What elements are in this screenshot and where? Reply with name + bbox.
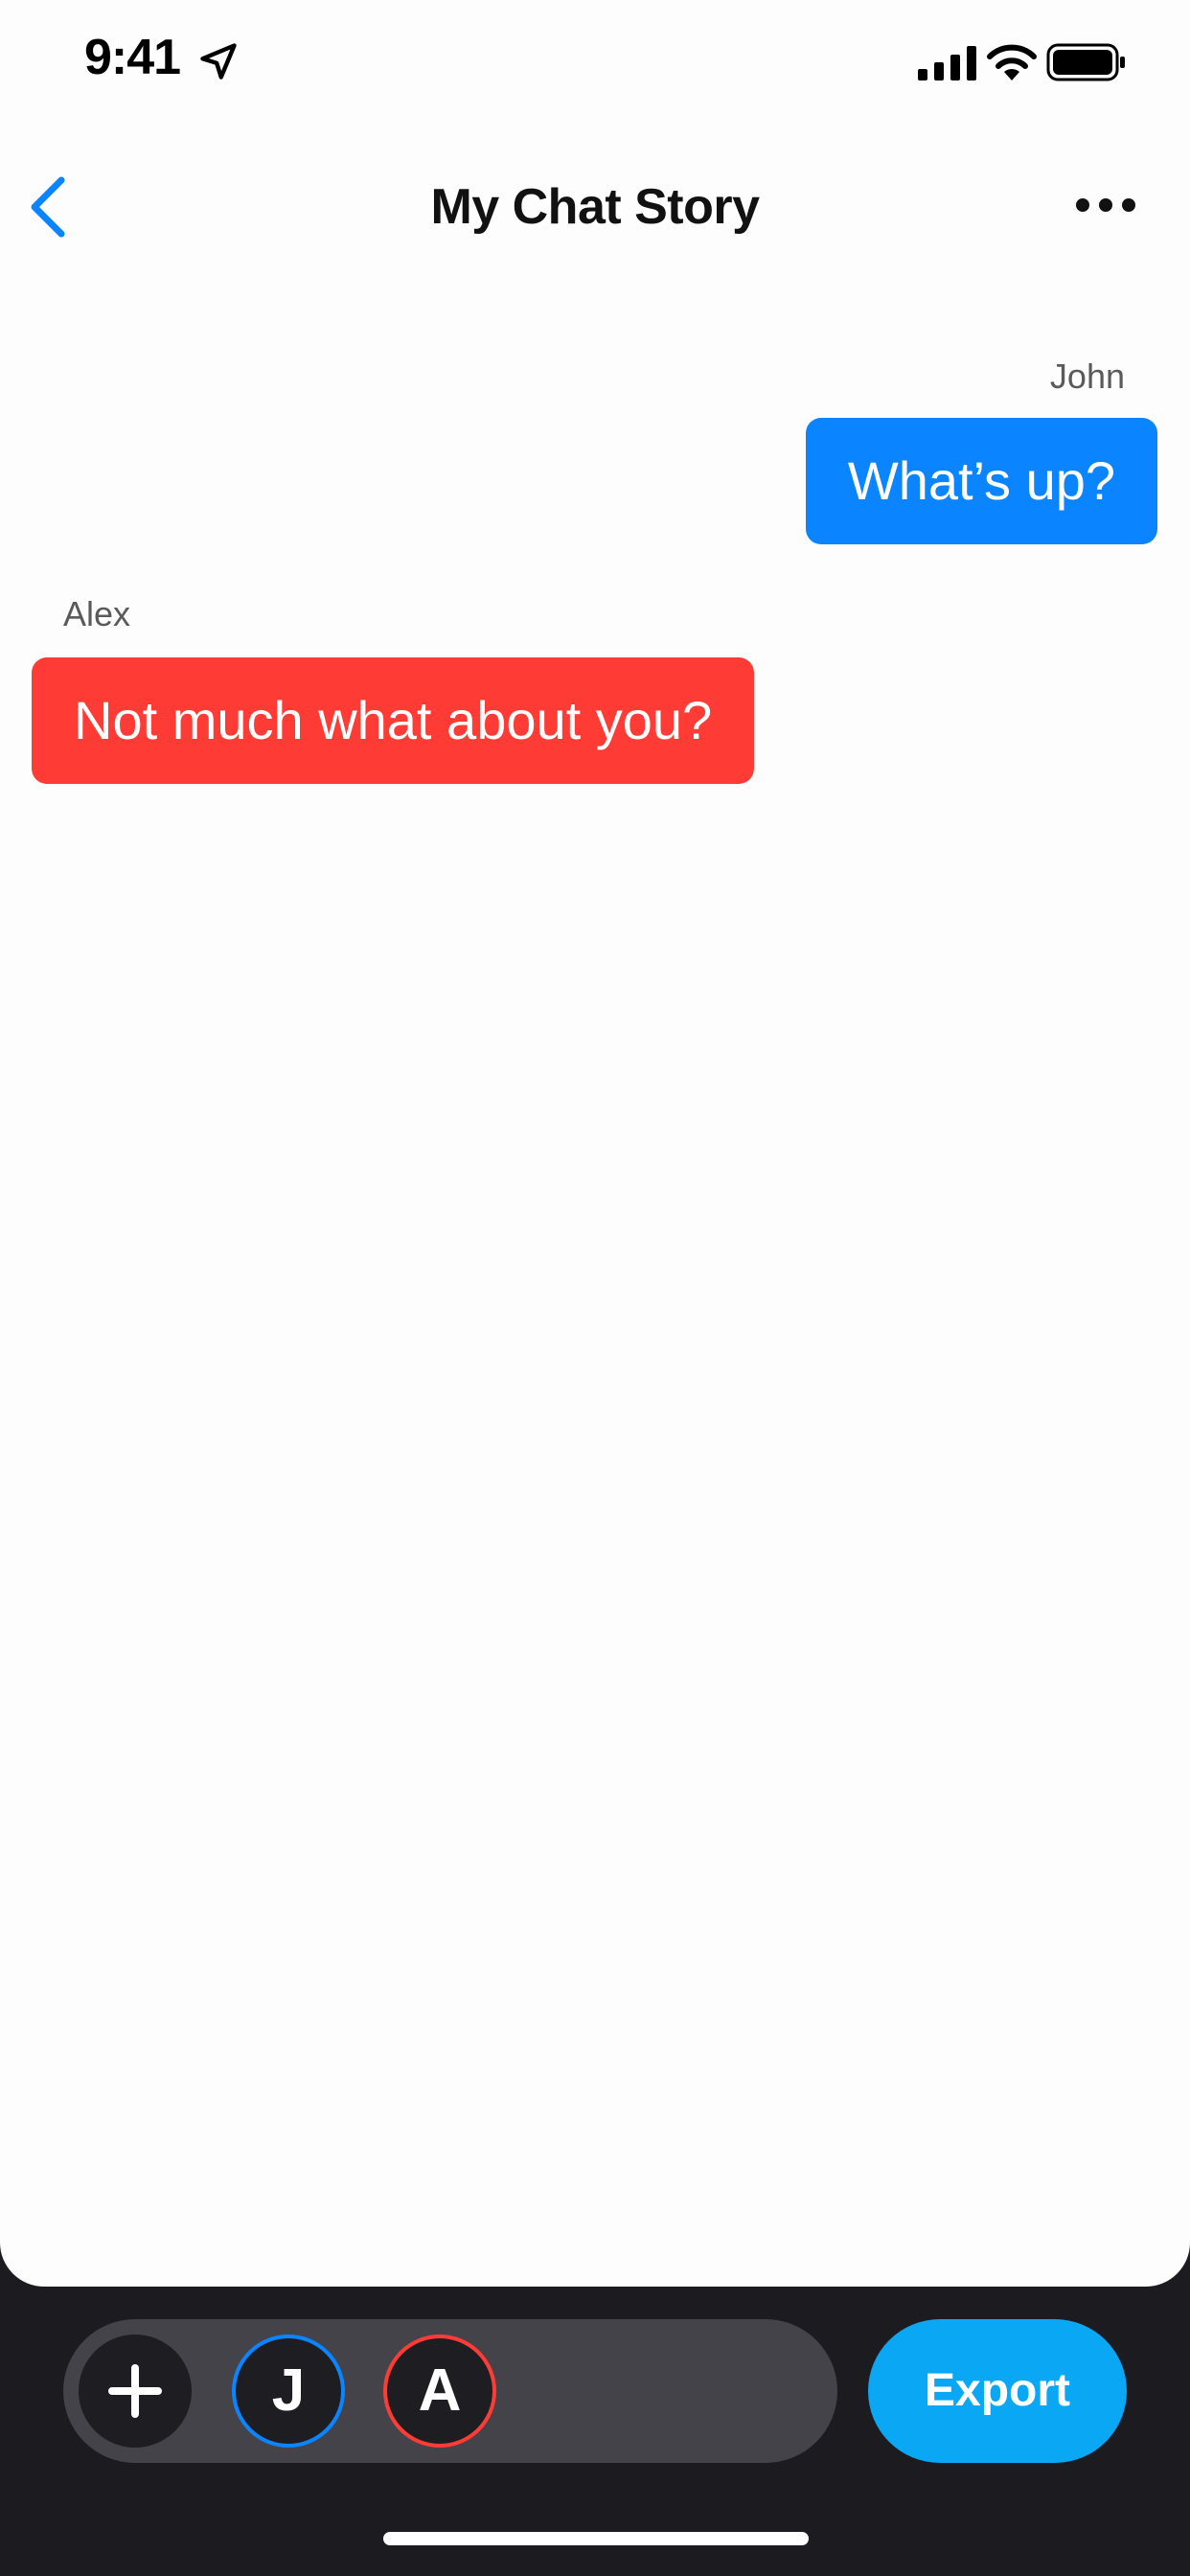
participant-avatar-alex[interactable]: A [383,2334,496,2448]
status-bar: 9:41 [0,0,1190,125]
export-button[interactable]: Export [868,2319,1127,2463]
participant-toolbar: J A [63,2319,837,2463]
message-sender-john: John [1049,356,1125,396]
message-sender-alex: Alex [63,594,131,633]
wifi-icon [987,44,1037,80]
plus-icon [108,2364,162,2418]
message-bubble-john[interactable]: What’s up? [805,418,1157,544]
cellular-signal-icon [918,46,976,80]
ellipsis-icon[interactable] [1073,188,1138,222]
battery-icon [1046,43,1125,81]
home-indicator [383,2532,809,2545]
status-time: 9:41 [84,30,181,85]
chat-canvas: 9:41 My Chat Story John What’s up? Alex … [0,0,1190,2287]
page-title: My Chat Story [430,179,760,235]
message-bubble-alex[interactable]: Not much what about you? [32,657,755,784]
add-participant-button[interactable] [79,2334,192,2448]
participant-avatar-john[interactable]: J [232,2334,345,2448]
location-arrow-icon [200,43,237,80]
